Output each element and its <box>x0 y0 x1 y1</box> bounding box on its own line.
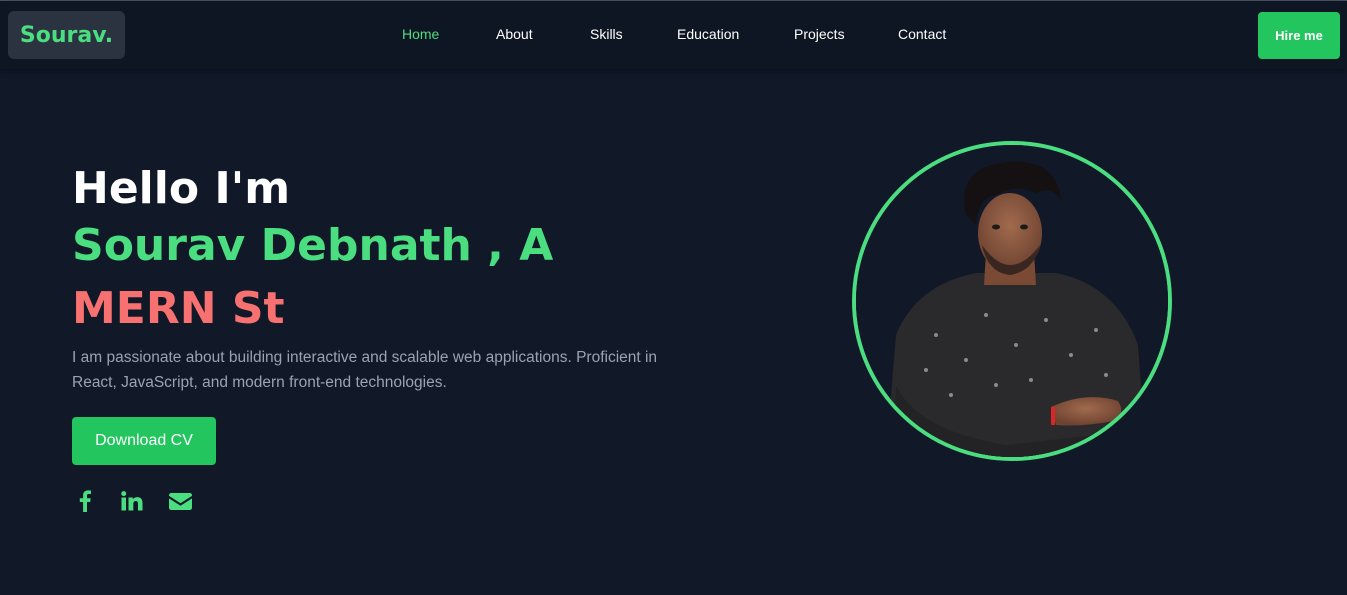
nav-about[interactable]: About <box>496 26 533 42</box>
profile-portrait-illustration <box>856 145 1168 457</box>
hero-greeting: Hello I'm <box>72 163 291 214</box>
nav-home[interactable]: Home <box>402 26 439 42</box>
download-cv-button[interactable]: Download CV <box>72 417 216 465</box>
email-link[interactable] <box>167 488 193 514</box>
envelope-icon <box>168 492 192 510</box>
hero-description: I am passionate about building interacti… <box>72 349 658 391</box>
nav-contact[interactable]: Contact <box>898 26 946 42</box>
logo[interactable]: Sourav. <box>8 11 125 59</box>
linkedin-icon <box>121 491 143 511</box>
hero-name: Sourav Debnath , A <box>72 220 554 271</box>
hire-me-button[interactable]: Hire me <box>1258 12 1340 59</box>
hero-typing-role: MERN St <box>72 283 285 334</box>
facebook-icon <box>79 490 91 512</box>
linkedin-link[interactable] <box>119 488 145 514</box>
navbar: Sourav. Home About Skills Education Proj… <box>0 1 1347 69</box>
nav-projects[interactable]: Projects <box>794 26 845 42</box>
nav-skills[interactable]: Skills <box>590 26 623 42</box>
profile-photo <box>852 141 1172 461</box>
nav-education[interactable]: Education <box>677 26 739 42</box>
facebook-link[interactable] <box>72 488 98 514</box>
